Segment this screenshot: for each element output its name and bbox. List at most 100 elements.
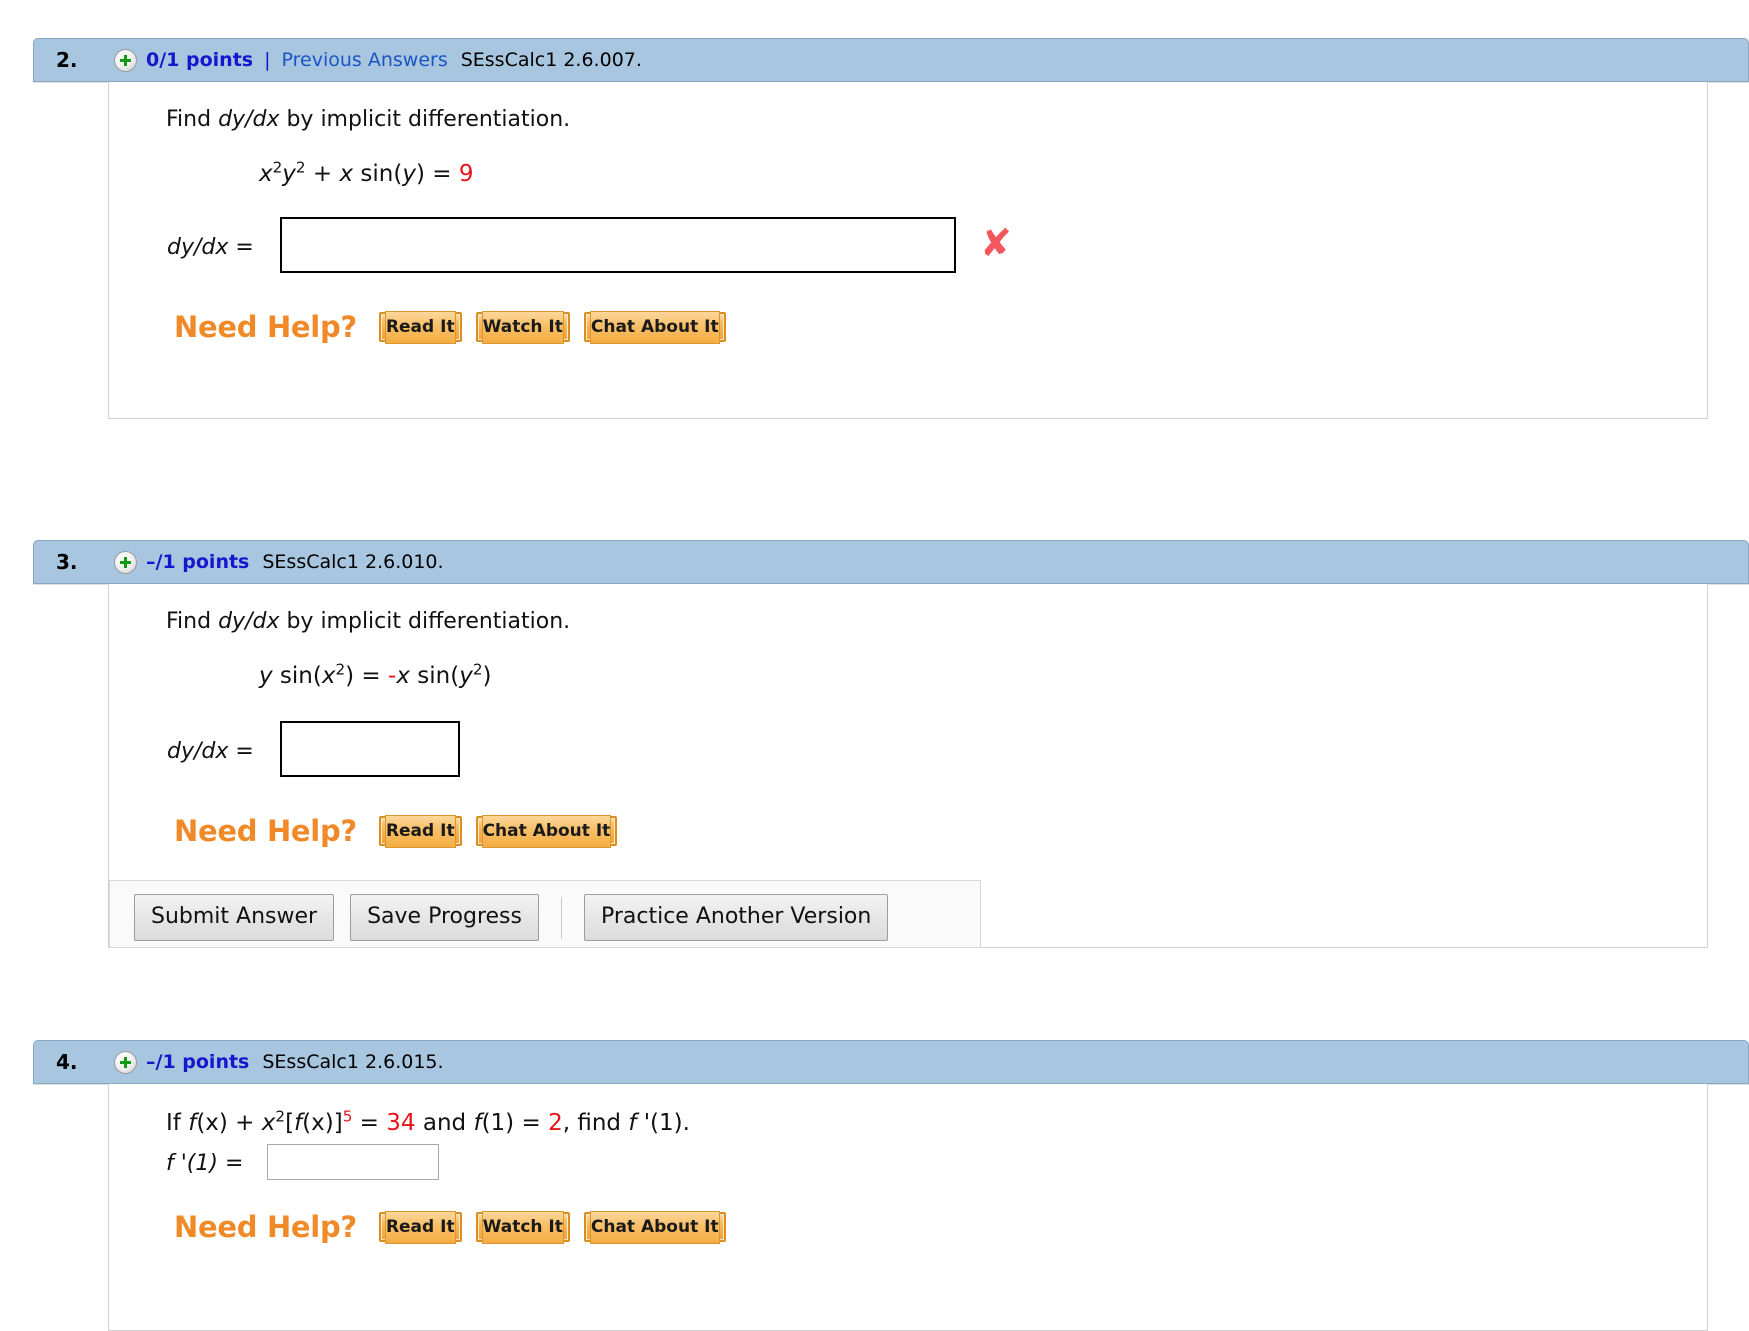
question-number: 4. (56, 1050, 78, 1074)
stmt-lead: If (166, 1110, 189, 1136)
prompt-tail: by implicit differentiation. (279, 107, 571, 132)
eq-lhs-var: y (259, 663, 273, 689)
plus-circle-icon[interactable] (114, 1050, 137, 1074)
prompt-dydx: dy/dx (218, 609, 280, 634)
question-statement: If f(x) + x2[f(x)]5 = 34 and f(1) = 2, f… (166, 1107, 690, 1136)
prompt-lead: Find (166, 609, 219, 634)
answer-input[interactable] (280, 721, 460, 777)
stmt-plus: + (227, 1110, 262, 1136)
prompt-dydx: dy/dx (218, 107, 280, 132)
chat-about-it-button[interactable]: Chat About It (583, 311, 726, 344)
eq-x-exp: 2 (272, 158, 283, 177)
stmt-and: and (415, 1110, 474, 1136)
question-code: SEssCalc1 2.6.010. (262, 551, 444, 573)
stmt-f2: f (294, 1110, 303, 1136)
watch-it-button[interactable]: Watch It (475, 311, 570, 344)
stmt-value-2: 2 (548, 1110, 563, 1136)
header-separator: | (264, 49, 271, 71)
read-it-button[interactable]: Read It (378, 1211, 462, 1244)
answer-input[interactable] (280, 217, 956, 273)
eq-lhs-arg: x (321, 663, 336, 689)
eq-term-x: x (339, 161, 354, 187)
plus-circle-icon[interactable] (114, 550, 137, 574)
stmt-x-base: x (261, 1110, 276, 1136)
stmt-equals1: = (352, 1110, 387, 1136)
question-body-3: Find dy/dx by implicit differentiation. … (108, 584, 1708, 948)
read-it-label: Read It (384, 311, 456, 344)
question-number: 2. (56, 48, 78, 72)
answer-label: f '(1) = (166, 1151, 244, 1176)
question-block-3: 3. –/1 points SEssCalc1 2.6.010. Find dy… (33, 540, 1749, 948)
answer-label: dy/dx = (167, 739, 254, 764)
question-body-2: Find dy/dx by implicit differentiation. … (108, 82, 1708, 419)
prompt-tail: by implicit differentiation. (279, 609, 571, 634)
actions-divider (560, 896, 562, 939)
question-body-4: If f(x) + x2[f(x)]5 = 34 and f(1) = 2, f… (108, 1084, 1708, 1331)
stmt-paren1: (x) (196, 1110, 228, 1136)
stmt-f3: f (473, 1110, 482, 1136)
chat-about-it-label: Chat About It (589, 311, 720, 344)
read-it-label: Read It (384, 815, 456, 848)
read-it-button[interactable]: Read It (378, 311, 462, 344)
question-prompt: Find dy/dx by implicit differentiation. (166, 609, 570, 634)
previous-answers-link[interactable]: Previous Answers (282, 49, 448, 71)
need-help-label: Need Help? (174, 310, 357, 344)
watch-it-button[interactable]: Watch It (475, 1211, 570, 1244)
prompt-lead: Find (166, 107, 219, 132)
question-block-4: 4. –/1 points SEssCalc1 2.6.015. If f (x)… (33, 1040, 1749, 1331)
question-points: 0/1 points (146, 49, 254, 71)
eq-lhs-close: ) (345, 663, 355, 689)
action-buttons-row: Submit Answer Save Progress Practice Ano… (134, 894, 889, 941)
chat-about-it-button[interactable]: Chat About It (583, 1211, 726, 1244)
eq-plus: + (305, 161, 340, 187)
stmt-paren3: (1) (481, 1110, 515, 1136)
chat-about-it-label: Chat About It (481, 815, 612, 848)
eq-x-base: x (259, 161, 273, 187)
stmt-equals2: = (514, 1110, 549, 1136)
eq-lhs-sin: sin( (272, 663, 322, 689)
eq-y-base: y (282, 161, 296, 187)
question-header-4: 4. –/1 points SEssCalc1 2.6.015. (33, 1040, 1749, 1084)
need-help-label: Need Help? (174, 1210, 357, 1244)
stmt-x-exp: 2 (275, 1107, 286, 1126)
x-mark-icon: ✘ (980, 221, 1012, 265)
watch-it-label: Watch It (481, 311, 564, 344)
question-points: –/1 points (146, 551, 250, 573)
question-equation: y sin(x2) = -x sin(y2) (259, 660, 491, 689)
save-progress-button[interactable]: Save Progress (350, 894, 539, 941)
stmt-prime-arg: '(1). (636, 1110, 690, 1136)
answer-input[interactable] (267, 1144, 439, 1180)
stmt-bracket-close: ] (333, 1110, 343, 1136)
question-code: SEssCalc1 2.6.015. (262, 1051, 444, 1073)
eq-y-exp: 2 (295, 158, 306, 177)
read-it-button[interactable]: Read It (378, 815, 462, 848)
question-prompt: Find dy/dx by implicit differentiation. (166, 107, 570, 132)
question-equation: x2y2 + x sin(y) = 9 (259, 158, 474, 187)
submit-answer-button[interactable]: Submit Answer (134, 894, 335, 941)
eq-rhs-sin: sin( (409, 663, 460, 689)
eq-equals: = (354, 663, 389, 689)
need-help-row: Need Help? Read It Watch It Chat About I… (174, 310, 740, 344)
stmt-find: , find (562, 1110, 629, 1136)
question-points: –/1 points (146, 1051, 250, 1073)
stmt-power: 5 (342, 1107, 353, 1126)
eq-lhs-exp: 2 (335, 660, 346, 679)
chat-about-it-label: Chat About It (589, 1211, 720, 1244)
need-help-label: Need Help? (174, 814, 357, 848)
need-help-row: Need Help? Read It Watch It Chat About I… (174, 1210, 740, 1244)
question-block-2: 2. 0/1 points | Previous Answers SEssCal… (33, 38, 1749, 419)
practice-another-version-button[interactable]: Practice Another Version (583, 894, 889, 941)
answer-label: dy/dx = (167, 235, 254, 260)
eq-sin-open: sin( (353, 161, 403, 187)
watch-it-label: Watch It (481, 1211, 564, 1244)
eq-sin-arg: y (402, 161, 416, 187)
eq-rhs-var: x (396, 663, 410, 689)
eq-rhs-arg: y (459, 663, 473, 689)
eq-rhs-value: 9 (458, 161, 474, 187)
question-number: 3. (56, 550, 78, 574)
chat-about-it-button[interactable]: Chat About It (475, 815, 618, 848)
question-header-2: 2. 0/1 points | Previous Answers SEssCal… (33, 38, 1749, 82)
question-header-3: 3. –/1 points SEssCalc1 2.6.010. (33, 540, 1749, 584)
plus-circle-icon[interactable] (114, 48, 137, 72)
need-help-row: Need Help? Read It Chat About It (174, 814, 631, 848)
